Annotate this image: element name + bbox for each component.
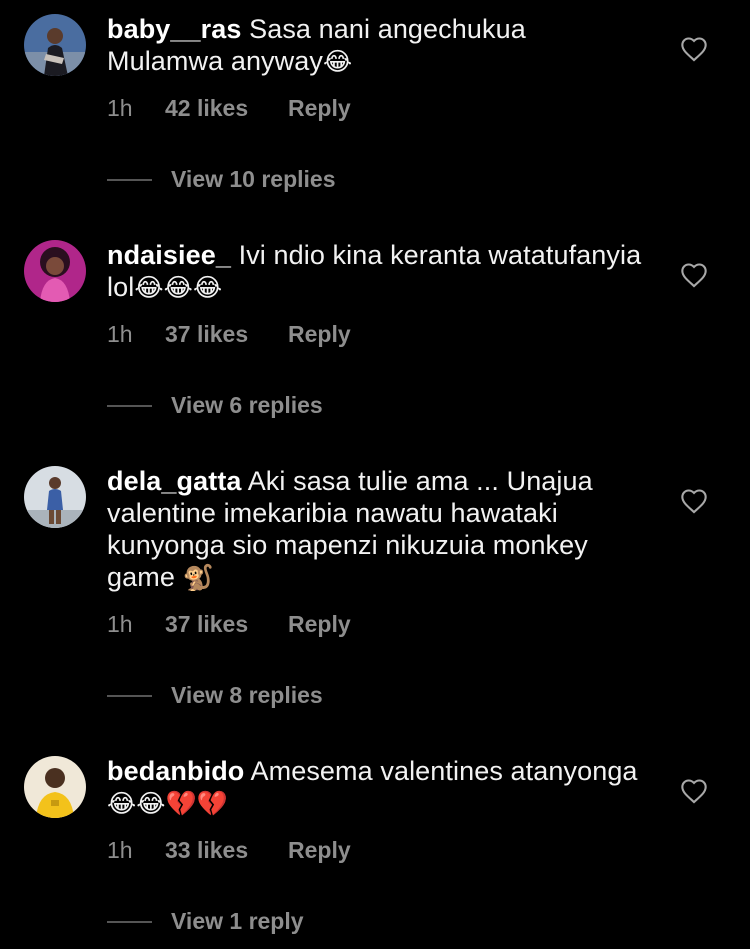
reply-button[interactable]: Reply [288, 837, 351, 864]
laughing-emoji: 😂😂😂 [134, 273, 223, 302]
username[interactable]: ndaisiee_ [107, 240, 231, 270]
likes-count[interactable]: 37 likes [165, 611, 288, 638]
laughing-emoji: 😂 [322, 47, 353, 76]
likes-count[interactable]: 33 likes [165, 837, 288, 864]
reply-button[interactable]: Reply [288, 611, 351, 638]
heart-icon[interactable] [680, 488, 708, 514]
avatar[interactable] [24, 756, 86, 818]
laughing-and-broken-heart-emoji: 😂😂💔💔 [107, 789, 229, 818]
divider-line [107, 178, 152, 181]
view-replies-button[interactable]: View 10 replies [107, 166, 336, 193]
comment-text: bedanbido Amesema valentines atanyonga 😂😂… [107, 755, 647, 820]
comment-meta: 1h 37 likes Reply [107, 321, 351, 348]
comment-text: baby__ras Sasa nani angechukua Mulamwa a… [107, 13, 647, 78]
view-replies-button[interactable]: View 8 replies [107, 682, 323, 709]
heart-icon[interactable] [680, 36, 708, 62]
reply-button[interactable]: Reply [288, 95, 351, 122]
timestamp: 1h [107, 95, 133, 121]
divider-line [107, 694, 152, 697]
heart-icon[interactable] [680, 778, 708, 804]
comment-meta: 1h 42 likes Reply [107, 95, 351, 122]
avatar[interactable] [24, 14, 86, 76]
username[interactable]: dela_gatta [107, 466, 242, 496]
comment-text: ndaisiee_ Ivi ndio kina keranta watatufa… [107, 239, 647, 304]
view-replies-button[interactable]: View 1 reply [107, 908, 304, 935]
view-replies-label: View 6 replies [171, 392, 323, 418]
reply-button[interactable]: Reply [288, 321, 351, 348]
view-replies-button[interactable]: View 6 replies [107, 392, 323, 419]
avatar[interactable] [24, 240, 86, 302]
heart-icon[interactable] [680, 262, 708, 288]
comment-meta: 1h 37 likes Reply [107, 611, 351, 638]
likes-count[interactable]: 42 likes [165, 95, 288, 122]
timestamp: 1h [107, 837, 133, 863]
view-replies-label: View 8 replies [171, 682, 323, 708]
username[interactable]: baby__ras [107, 14, 242, 44]
likes-count[interactable]: 37 likes [165, 321, 288, 348]
timestamp: 1h [107, 321, 133, 347]
username[interactable]: bedanbido [107, 756, 244, 786]
comment-meta: 1h 33 likes Reply [107, 837, 351, 864]
divider-line [107, 404, 152, 407]
view-replies-label: View 10 replies [171, 166, 336, 192]
comment-body: Amesema valentines atanyonga [250, 756, 638, 786]
timestamp: 1h [107, 611, 133, 637]
avatar[interactable] [24, 466, 86, 528]
monkey-emoji: 🐒 [182, 563, 214, 592]
comment-text: dela_gatta Aki sasa tulie ama ... Unajua… [107, 465, 647, 594]
view-replies-label: View 1 reply [171, 908, 304, 934]
divider-line [107, 920, 152, 923]
